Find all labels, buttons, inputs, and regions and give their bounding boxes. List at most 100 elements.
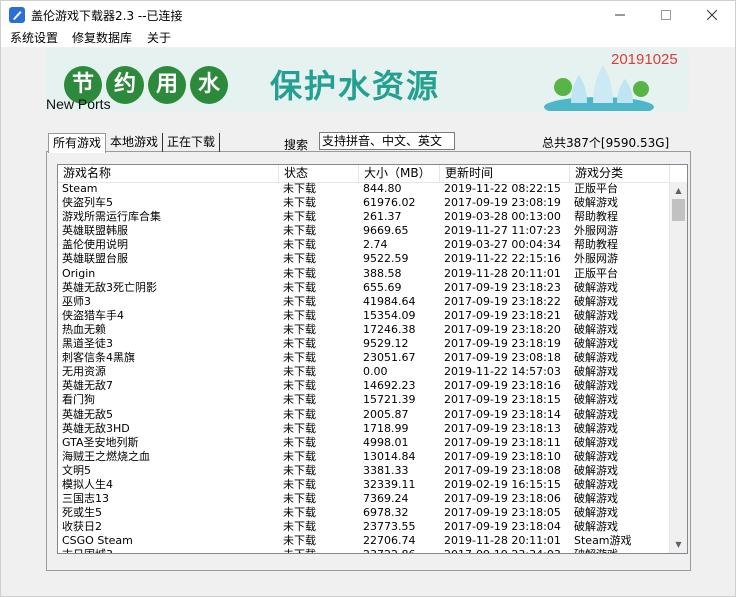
row-status: 未下载 <box>283 506 316 520</box>
row-status: 未下载 <box>283 435 316 449</box>
row-category: 破解游戏 <box>574 421 618 435</box>
scroll-thumb[interactable] <box>672 199 685 221</box>
search-input[interactable]: 支持拼音、中文、英文 <box>319 132 455 150</box>
row-updated: 2017-09-19 23:18:20 <box>444 322 561 336</box>
row-status: 未下载 <box>283 407 316 421</box>
row-category: 破解游戏 <box>574 294 618 308</box>
list-header: 游戏名称 状态 大小（MB） 更新时间 游戏分类 <box>58 165 687 183</box>
row-size: 32339.11 <box>363 477 416 491</box>
row-updated: 2019-03-27 00:04:34 <box>444 238 561 252</box>
table-row[interactable]: 英雄无敌7 未下载 14692.23 2017-09-19 23:18:16 破解游戏 <box>58 379 670 393</box>
table-row[interactable]: 模拟人生4 未下载 32339.11 2019-02-19 16:15:15 破解游戏 <box>58 478 670 492</box>
row-name: 盖伦使用说明 <box>62 238 128 252</box>
table-row[interactable]: 无用资源 未下载 0.00 2019-11-22 14:57:03 破解游戏 <box>58 365 670 379</box>
total-count: 总共387个[9590.53G] <box>542 136 670 150</box>
table-row[interactable]: 侠盗列车5 未下载 61976.02 2017-09-19 23:08:19 破解游戏 <box>58 196 670 210</box>
game-list[interactable]: 游戏名称 状态 大小（MB） 更新时间 游戏分类 Steam 未下载 844.80 2… <box>57 164 688 554</box>
table-row[interactable]: 英雄无敌3死亡阴影 未下载 655.69 2017-09-19 23:18:23 破解游… <box>58 281 670 295</box>
column-header-name[interactable]: 游戏名称 <box>58 165 279 182</box>
column-header-size[interactable]: 大小（MB） <box>359 165 440 182</box>
table-row[interactable]: 英雄联盟韩服 未下载 9669.65 2019-11-27 11:07:23 外服网游 <box>58 224 670 238</box>
table-row[interactable]: Steam 未下载 844.80 2019-11-22 08:22:15 正版平台 <box>58 182 670 196</box>
row-name: 英雄无敌3死亡阴影 <box>62 280 157 294</box>
row-category: 外服网游 <box>574 224 618 238</box>
menu-system-settings[interactable]: 系统设置 <box>10 29 58 46</box>
row-status: 未下载 <box>283 308 316 322</box>
column-header-updated[interactable]: 更新时间 <box>440 165 570 182</box>
row-status: 未下载 <box>283 534 316 548</box>
row-updated: 2017-09-19 23:18:13 <box>444 421 561 435</box>
table-row[interactable]: 侠盗猎车手4 未下载 15354.09 2017-09-19 23:18:21 破解游戏 <box>58 309 670 323</box>
table-row[interactable]: 海贼王之燃烧之血 未下载 13014.84 2017-09-19 23:18:10 破解… <box>58 450 670 464</box>
row-name: 英雄联盟台服 <box>62 252 128 266</box>
row-name: 英雄无敌7 <box>62 379 113 393</box>
row-size: 15354.09 <box>363 308 416 322</box>
row-category: 破解游戏 <box>574 337 618 351</box>
table-row[interactable]: 巫师3 未下载 41984.64 2017-09-19 23:18:22 破解游戏 <box>58 295 670 309</box>
row-category: 破解游戏 <box>574 477 618 491</box>
row-size: 23722.86 <box>363 548 416 553</box>
vertical-scrollbar[interactable]: ▲ ▼ <box>669 182 687 553</box>
row-category: 帮助教程 <box>574 238 618 252</box>
row-size: 9522.59 <box>363 252 409 266</box>
table-row[interactable]: 游戏所需运行库合集 未下载 261.37 2019-03-28 00:13:00 帮助教… <box>58 210 670 224</box>
row-category: 破解游戏 <box>574 492 618 506</box>
row-updated: 2017-09-19 23:18:19 <box>444 337 561 351</box>
menu-about[interactable]: 关于 <box>147 29 171 46</box>
scroll-up-arrow-icon[interactable]: ▲ <box>670 182 687 199</box>
row-size: 22706.74 <box>363 534 416 548</box>
table-row[interactable]: CSGO Steam 未下载 22706.74 2019-11-28 20:11:01… <box>58 534 670 548</box>
row-category: 正版平台 <box>574 266 618 280</box>
row-category: 破解游戏 <box>574 196 618 210</box>
table-row[interactable]: 末日围城3 未下载 23722.86 2017-09-19 23:34:03 破解游戏 <box>58 548 670 553</box>
row-category: 破解游戏 <box>574 280 618 294</box>
close-icon <box>707 10 717 20</box>
table-row[interactable]: 收获日2 未下载 23773.55 2017-09-19 23:18:04 破解游戏 <box>58 520 670 534</box>
table-row[interactable]: 看门狗 未下载 15721.39 2017-09-19 23:18:15 破解游戏 <box>58 393 670 407</box>
table-row[interactable]: 盖伦使用说明 未下载 2.74 2019-03-27 00:04:34 帮助教程 <box>58 238 670 252</box>
row-name: Steam <box>62 182 98 195</box>
table-row[interactable]: 英雄联盟台服 未下载 9522.59 2019-11-22 22:15:16 外服网游 <box>58 252 670 266</box>
banner-ad[interactable]: 节 约 用 水 保护水资源 20191025 <box>46 49 689 111</box>
row-name: 游戏所需运行库合集 <box>62 210 161 224</box>
tab-local-games[interactable]: 本地游戏 <box>106 133 164 152</box>
column-header-category[interactable]: 游戏分类 <box>570 165 670 182</box>
table-row[interactable]: 黑道圣徒3 未下载 9529.12 2017-09-19 23:18:19 破解游戏 <box>58 337 670 351</box>
row-size: 9669.65 <box>363 224 409 238</box>
banner-char: 约 <box>106 66 144 104</box>
row-category: 破解游戏 <box>574 506 618 520</box>
tab-downloading[interactable]: 正在下载 <box>163 133 221 152</box>
row-category: 破解游戏 <box>574 548 618 553</box>
row-size: 2005.87 <box>363 407 409 421</box>
row-size: 1718.99 <box>363 421 409 435</box>
table-row[interactable]: 刺客信条4黑旗 未下载 23051.67 2017-09-19 23:08:18 破解游… <box>58 351 670 365</box>
window-title: 盖伦游戏下载器2.3 --已连接 <box>31 9 183 23</box>
table-row[interactable]: 文明5 未下载 3381.33 2017-09-19 23:18:08 破解游戏 <box>58 464 670 478</box>
column-header-status[interactable]: 状态 <box>279 165 359 182</box>
table-row[interactable]: 热血无赖 未下载 17246.38 2017-09-19 23:18:20 破解游戏 <box>58 323 670 337</box>
row-updated: 2017-09-19 23:18:16 <box>444 379 561 393</box>
row-status: 未下载 <box>283 548 316 553</box>
row-name: 死或生5 <box>62 506 102 520</box>
table-row[interactable]: Origin 未下载 388.58 2019-11-28 20:11:01 正版平台 <box>58 267 670 281</box>
title-bar[interactable]: 盖伦游戏下载器2.3 --已连接 <box>1 1 735 29</box>
minimize-button[interactable] <box>597 1 643 29</box>
row-status: 未下载 <box>283 477 316 491</box>
table-row[interactable]: GTA圣安地列斯 未下载 4998.01 2017-09-19 23:18:11 破解游… <box>58 436 670 450</box>
table-row[interactable]: 英雄无敌5 未下载 2005.87 2017-09-19 23:18:14 破解游戏 <box>58 408 670 422</box>
maximize-button[interactable] <box>643 1 689 29</box>
menu-repair-database[interactable]: 修复数据库 <box>72 29 132 46</box>
scroll-down-arrow-icon[interactable]: ▼ <box>670 536 687 553</box>
row-updated: 2019-11-22 14:57:03 <box>444 365 561 379</box>
row-category: 破解游戏 <box>574 463 618 477</box>
row-status: 未下载 <box>283 492 316 506</box>
close-button[interactable] <box>689 1 735 29</box>
table-row[interactable]: 英雄无敌3HD 未下载 1718.99 2017-09-19 23:18:13 破解游戏 <box>58 422 670 436</box>
row-size: 2.74 <box>363 238 388 252</box>
table-row[interactable]: 死或生5 未下载 6978.32 2017-09-19 23:18:05 破解游戏 <box>58 506 670 520</box>
row-status: 未下载 <box>283 266 316 280</box>
table-row[interactable]: 三国志13 未下载 7369.24 2017-09-19 23:18:06 破解游戏 <box>58 492 670 506</box>
app-logo-icon <box>9 7 25 23</box>
tab-bar: 所有游戏 本地游戏 正在下载 <box>48 133 221 153</box>
tab-all-games[interactable]: 所有游戏 <box>48 133 107 153</box>
